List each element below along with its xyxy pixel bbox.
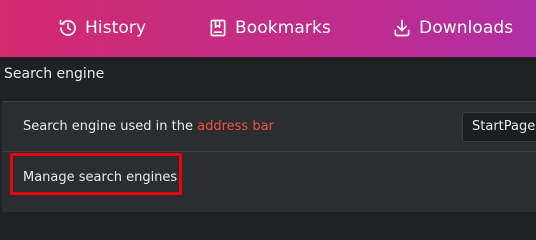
address-bar-engine-row: Search engine used in the address bar St… (2, 102, 536, 152)
nav-bookmarks[interactable]: Bookmarks (208, 16, 331, 40)
nav-history[interactable]: History (58, 16, 146, 40)
manage-search-engines-label: Manage search engines (23, 170, 178, 185)
bookmark-icon (210, 19, 226, 37)
nav-history-label: History (85, 18, 147, 38)
nav-downloads[interactable]: Downloads (392, 16, 513, 40)
manage-search-engines-row[interactable]: Manage search engines (2, 152, 536, 202)
section-title: Search engine (4, 66, 105, 82)
search-engine-select[interactable]: StartPage (462, 112, 536, 142)
address-bar-engine-text: Search engine used in the (23, 119, 198, 134)
search-engine-card: Search engine used in the address bar St… (2, 101, 536, 212)
nav-bookmarks-label: Bookmarks (235, 18, 331, 38)
download-icon (394, 19, 410, 37)
address-bar-engine-label: Search engine used in the address bar (23, 119, 274, 134)
history-icon (59, 19, 76, 36)
address-bar-link[interactable]: address bar (197, 119, 274, 134)
nav-downloads-label: Downloads (419, 18, 514, 38)
top-navigation-bar: History Bookmarks Downloads (0, 0, 536, 57)
